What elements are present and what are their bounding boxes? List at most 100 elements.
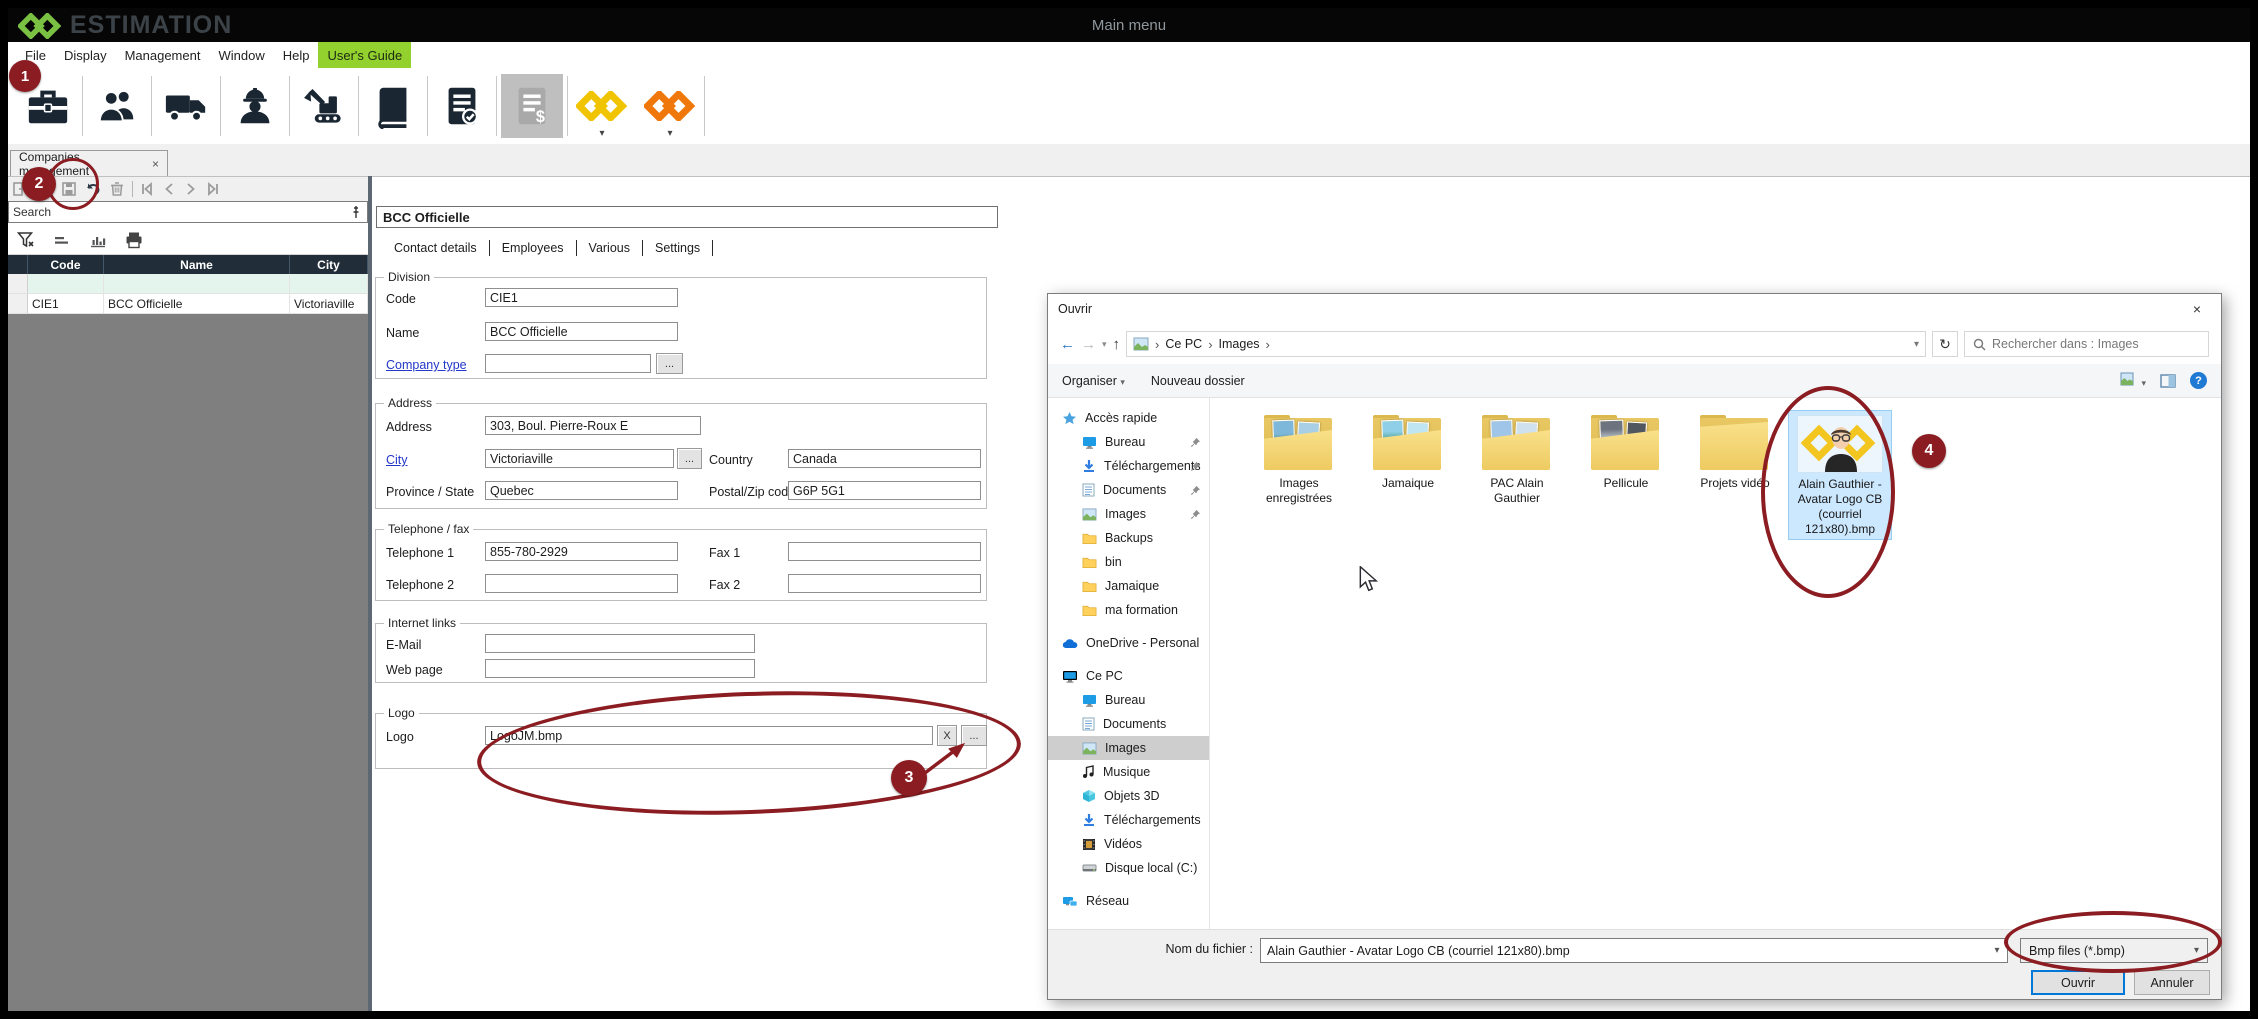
- chart-icon[interactable]: [88, 230, 108, 250]
- sidebar-item-documents-pc[interactable]: Documents: [1048, 712, 1209, 736]
- sidebar-item-images-pc[interactable]: Images: [1048, 736, 1209, 760]
- pin-icon[interactable]: [349, 205, 363, 219]
- sidebar-item-images-quick[interactable]: Images: [1048, 502, 1209, 526]
- province-field[interactable]: Quebec: [485, 481, 678, 500]
- suppliers-toolbar-button[interactable]: [152, 71, 220, 141]
- estimates-toolbar-button[interactable]: [428, 71, 496, 141]
- last-record-icon[interactable]: [205, 181, 221, 197]
- fax1-field[interactable]: [788, 542, 981, 561]
- sidebar-item-quick-access[interactable]: Accès rapide: [1048, 406, 1209, 430]
- open-button[interactable]: Ouvrir: [2031, 970, 2125, 995]
- estimation-orange-toolbar-button[interactable]: ▾: [636, 71, 704, 141]
- grid-cell-code[interactable]: CIE1: [28, 294, 104, 313]
- address-field[interactable]: 303, Boul. Pierre-Roux E: [485, 416, 701, 435]
- telephone2-field[interactable]: [485, 574, 678, 593]
- catalog-toolbar-button[interactable]: [359, 71, 427, 141]
- preview-pane-icon[interactable]: [2160, 374, 2176, 388]
- city-browse-button[interactable]: ...: [677, 448, 702, 469]
- list-item-jamaique[interactable]: Jamaique: [1358, 410, 1458, 491]
- organize-button[interactable]: Organiser ▾: [1062, 374, 1125, 388]
- breadcrumb-images[interactable]: Images: [1219, 337, 1260, 351]
- webpage-field[interactable]: [485, 659, 755, 678]
- tab-contact-details[interactable]: Contact details: [382, 241, 489, 255]
- sidebar-item-onedrive[interactable]: OneDrive - Personal: [1048, 631, 1209, 655]
- company-type-browse-button[interactable]: ...: [656, 353, 683, 374]
- company-type-field[interactable]: [485, 354, 651, 373]
- sidebar-item-bureau[interactable]: Bureau: [1048, 430, 1209, 454]
- dropdown-caret-icon[interactable]: ▾: [667, 128, 672, 139]
- equipment-toolbar-button[interactable]: [290, 71, 358, 141]
- tab-employees[interactable]: Employees: [490, 241, 576, 255]
- sidebar-item-ce-pc[interactable]: Ce PC: [1048, 664, 1209, 688]
- sidebar-item-backups[interactable]: Backups: [1048, 526, 1209, 550]
- list-item-pac-alain-gauthier[interactable]: PAC Alain Gauthier: [1467, 410, 1567, 506]
- sidebar-item-musique[interactable]: Musique: [1048, 760, 1209, 784]
- menu-window[interactable]: Window: [209, 42, 273, 68]
- company-type-link[interactable]: Company type: [386, 358, 467, 372]
- name-field[interactable]: BCC Officielle: [485, 322, 678, 341]
- sidebar-item-ma-formation[interactable]: ma formation: [1048, 598, 1209, 622]
- postal-field[interactable]: G6P 5G1: [788, 481, 981, 500]
- previous-record-icon[interactable]: [161, 181, 177, 197]
- sidebar-item-telechargements[interactable]: Téléchargements: [1048, 454, 1209, 478]
- fax2-field[interactable]: [788, 574, 981, 593]
- tab-various[interactable]: Various: [577, 241, 642, 255]
- email-field[interactable]: [485, 634, 755, 653]
- tab-close-icon[interactable]: ×: [152, 157, 159, 171]
- new-folder-button[interactable]: Nouveau dossier: [1151, 374, 1245, 388]
- view-mode-button[interactable]: ▾: [2120, 372, 2146, 389]
- sidebar-item-telechargements-pc[interactable]: Téléchargements: [1048, 808, 1209, 832]
- back-icon[interactable]: ←: [1060, 336, 1075, 353]
- cancel-button[interactable]: Annuler: [2134, 970, 2210, 995]
- dialog-search-input[interactable]: Rechercher dans : Images: [1964, 331, 2209, 357]
- grid-header-city[interactable]: City: [290, 255, 368, 274]
- grid-filter-city[interactable]: [290, 274, 368, 293]
- sidebar-item-videos[interactable]: Vidéos: [1048, 832, 1209, 856]
- billing-toolbar-button-active[interactable]: $: [501, 74, 563, 138]
- menu-display[interactable]: Display: [55, 42, 116, 68]
- contacts-toolbar-button[interactable]: [83, 71, 151, 141]
- tab-settings[interactable]: Settings: [643, 241, 712, 255]
- grid-cell-name[interactable]: BCC Officielle: [104, 294, 290, 313]
- sidebar-item-jamaique[interactable]: Jamaique: [1048, 574, 1209, 598]
- employees-toolbar-button[interactable]: [221, 71, 289, 141]
- grid-header-code[interactable]: Code: [28, 255, 104, 274]
- grid-filter-name[interactable]: [104, 274, 290, 293]
- address-bar[interactable]: › Ce PC › Images › ▾: [1126, 331, 1926, 357]
- country-field[interactable]: Canada: [788, 449, 981, 468]
- code-field[interactable]: CIE1: [485, 288, 678, 307]
- telephone1-field[interactable]: 855-780-2929: [485, 542, 678, 561]
- address-caret-icon[interactable]: ▾: [1914, 339, 1919, 350]
- grid-header-name[interactable]: Name: [104, 255, 290, 274]
- filter-funnel-icon[interactable]: [16, 230, 36, 250]
- estimation-yellow-toolbar-button[interactable]: ▾: [568, 71, 636, 141]
- sidebar-item-reseau[interactable]: Réseau: [1048, 889, 1209, 913]
- sidebar-item-bin[interactable]: bin: [1048, 550, 1209, 574]
- refresh-button[interactable]: ↻: [1932, 331, 1958, 357]
- menu-management[interactable]: Management: [116, 42, 210, 68]
- grid-cell-city[interactable]: Victoriaville: [290, 294, 368, 313]
- help-icon[interactable]: ?: [2190, 372, 2207, 389]
- city-field[interactable]: Victoriaville: [485, 449, 674, 468]
- sidebar-item-objets-3d[interactable]: Objets 3D: [1048, 784, 1209, 808]
- sidebar-item-documents[interactable]: Documents: [1048, 478, 1209, 502]
- next-record-icon[interactable]: [183, 181, 199, 197]
- grid-filter-code[interactable]: [28, 274, 104, 293]
- history-caret-icon[interactable]: ▾: [1102, 339, 1107, 350]
- print-icon[interactable]: [124, 230, 144, 250]
- table-row[interactable]: CIE1 BCC Officielle Victoriaville: [8, 294, 368, 314]
- dropdown-caret-icon[interactable]: ▾: [599, 128, 604, 139]
- grid-filter-row[interactable]: [8, 274, 368, 294]
- breadcrumb-ce-pc[interactable]: Ce PC: [1165, 337, 1202, 351]
- list-item-pellicule[interactable]: Pellicule: [1576, 410, 1676, 491]
- summary-icon[interactable]: [52, 230, 72, 250]
- filename-input[interactable]: Alain Gauthier - Avatar Logo CB (courrie…: [1260, 938, 2008, 963]
- dialog-close-button[interactable]: ×: [2175, 295, 2219, 323]
- menu-users-guide[interactable]: User's Guide: [318, 42, 411, 68]
- menu-help[interactable]: Help: [274, 42, 319, 68]
- first-record-icon[interactable]: [139, 181, 155, 197]
- sidebar-item-disque-local[interactable]: Disque local (C:): [1048, 856, 1209, 880]
- list-item-images-enregistrees[interactable]: Images enregistrées: [1249, 410, 1349, 506]
- up-icon[interactable]: ↑: [1113, 336, 1121, 353]
- city-link[interactable]: City: [386, 453, 408, 467]
